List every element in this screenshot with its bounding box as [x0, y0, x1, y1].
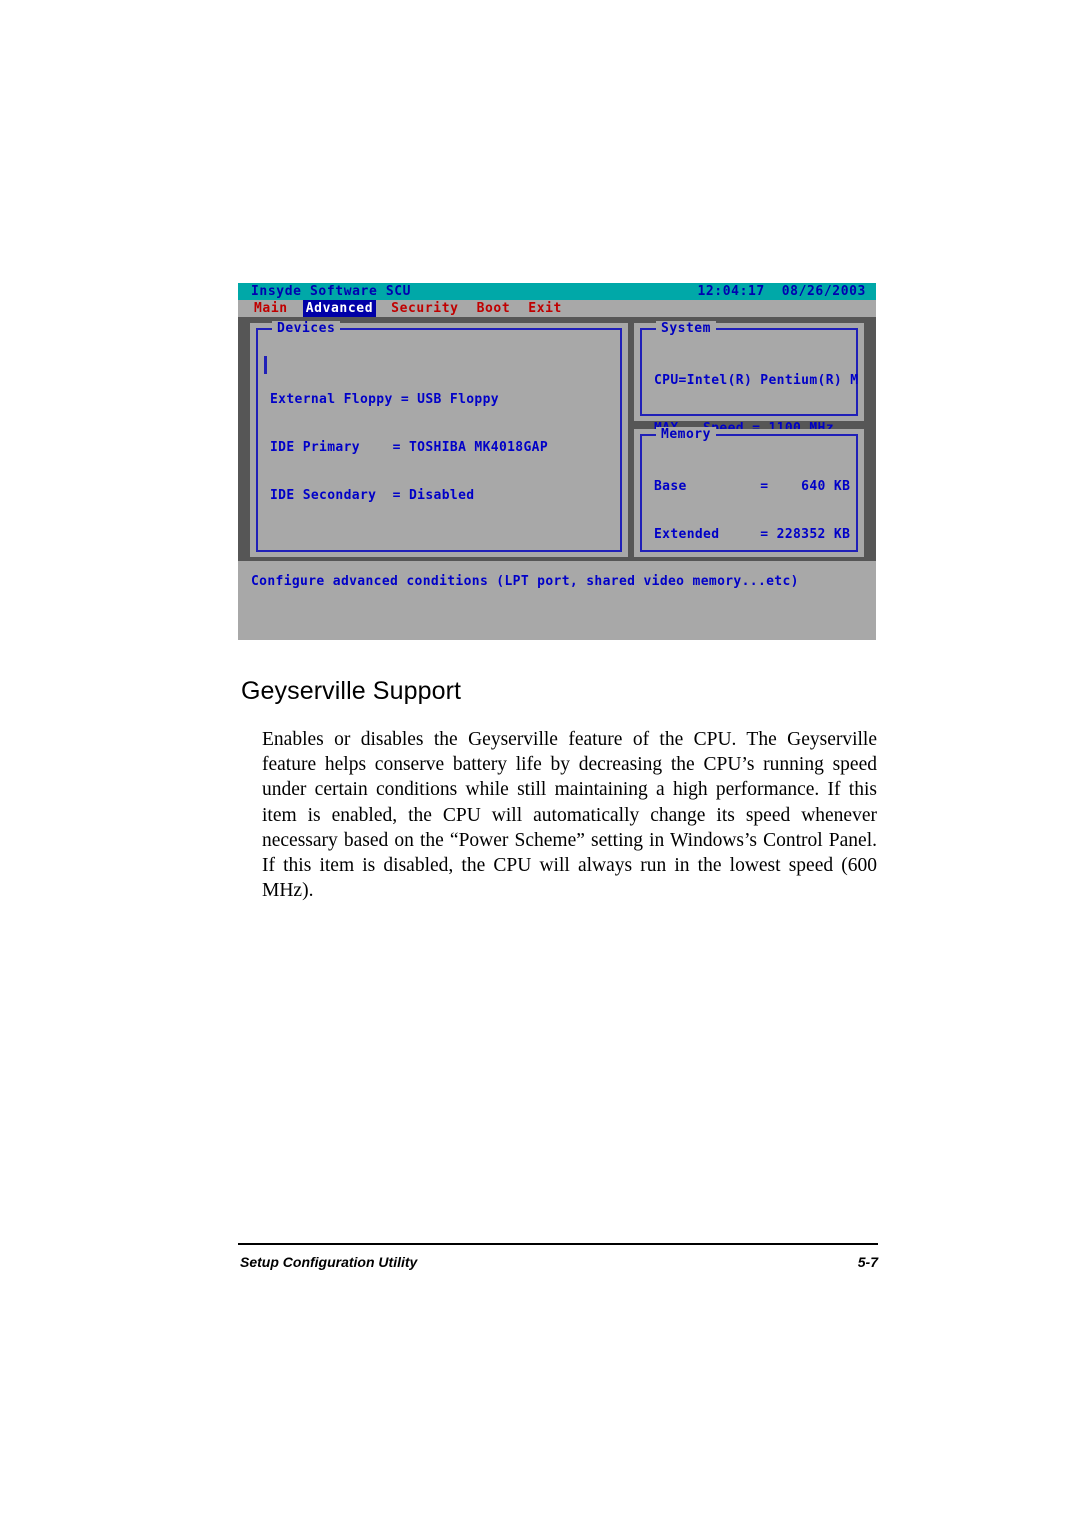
bios-status-bar: Configure advanced conditions (LPT port,…: [238, 561, 876, 640]
bios-content-area: Devices External Floppy = USB Floppy IDE…: [238, 317, 876, 590]
bios-app-title: Insyde Software SCU: [251, 284, 412, 299]
bios-clock: 12:04:17 08/26/2003: [697, 283, 866, 300]
devices-panel: Devices External Floppy = USB Floppy IDE…: [250, 321, 628, 557]
menu-item-security[interactable]: Security: [388, 300, 461, 317]
memory-panel: Memory Base = 640 KB Extended = 228352 K…: [634, 427, 864, 590]
footer-divider: [238, 1243, 878, 1245]
device-row-ide-secondary[interactable]: IDE Secondary = Disabled: [270, 488, 616, 504]
bios-time: 12:04:17: [697, 284, 765, 299]
devices-panel-lines: External Floppy = USB Floppy IDE Primary…: [270, 360, 616, 536]
devices-panel-frame: Devices External Floppy = USB Floppy IDE…: [256, 321, 622, 552]
bios-title-bar: Insyde Software SCU 12:04:17 08/26/2003: [238, 283, 876, 300]
page-title: Geyserville Support: [241, 677, 462, 705]
system-panel-legend: System: [656, 321, 716, 336]
system-panel-frame: System CPU=Intel(R) Pentium(R) M MAX Spe…: [640, 321, 859, 580]
devices-panel-legend: Devices: [272, 321, 341, 336]
memory-row-base: Base = 640 KB: [654, 479, 851, 494]
device-row-external-floppy[interactable]: External Floppy = USB Floppy: [270, 392, 616, 408]
memory-row-extended: Extended = 228352 KB: [654, 527, 851, 542]
bios-screenshot: Insyde Software SCU 12:04:17 08/26/2003 …: [238, 283, 876, 640]
device-row-ide-primary[interactable]: IDE Primary = TOSHIBA MK4018GAP: [270, 440, 616, 456]
bios-status-text: Configure advanced conditions (LPT port,…: [251, 574, 799, 589]
menu-item-exit[interactable]: Exit: [525, 300, 565, 317]
bios-date: 08/26/2003: [781, 284, 866, 299]
memory-panel-legend: Memory: [656, 427, 716, 442]
body-paragraph: Enables or disables the Geyserville feat…: [262, 729, 877, 902]
memory-panel-frame: Memory Base = 640 KB Extended = 228352 K…: [640, 427, 858, 590]
footer-page-number: 5-7: [857, 1254, 878, 1270]
menu-item-main[interactable]: Main: [251, 300, 291, 317]
selection-cursor-icon: [264, 356, 267, 374]
bios-menu-bar: Main Advanced Security Boot Exit: [238, 300, 876, 317]
system-panel: System CPU=Intel(R) Pentium(R) M MAX Spe…: [634, 321, 864, 580]
system-row-cpu: CPU=Intel(R) Pentium(R) M: [654, 373, 859, 388]
menu-item-advanced[interactable]: Advanced: [302, 300, 377, 317]
menu-item-boot[interactable]: Boot: [474, 300, 514, 317]
